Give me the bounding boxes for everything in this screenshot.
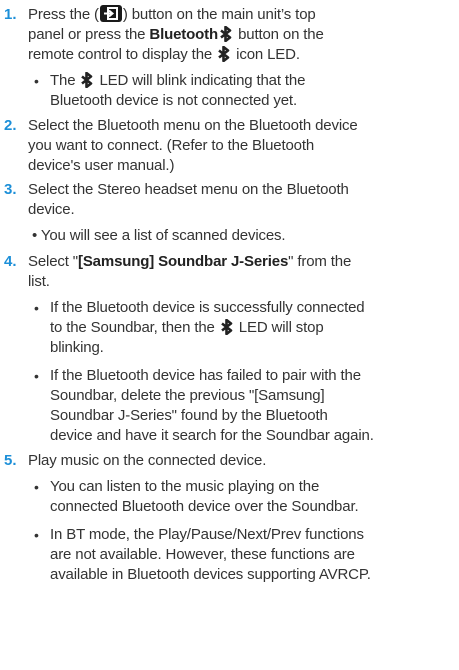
bullet-glyph: • — [34, 527, 39, 543]
source-input-icon — [99, 5, 122, 22]
step-1-text-d: button on the — [234, 26, 324, 43]
step-1-bullet-text-b: LED will blink indicating that the — [99, 72, 306, 89]
bullet-glyph: • — [34, 479, 39, 495]
bluetooth-icon — [220, 26, 232, 42]
step-1-line-2: panel or press the Bluetooth button on t… — [28, 25, 324, 45]
step-1-line-1: Press the ( ) button on the main unit’s t… — [28, 5, 316, 25]
step-2-line-3: device's user manual.) — [28, 157, 175, 174]
bluetooth-icon — [81, 72, 93, 88]
step-number-4: 4. — [4, 253, 17, 270]
step-4-bullet-1-line-2: to the Soundbar, then the LED will stop — [50, 318, 324, 338]
step-4-bullet-2-line-2: Soundbar, delete the previous "[Samsung] — [50, 387, 325, 404]
step-2-line-2: you want to connect. (Refer to the Bluet… — [28, 137, 315, 154]
step-5-bullet-2-line-3: available in Bluetooth devices supportin… — [50, 566, 371, 583]
step-4-bullet-text-a: to the Soundbar, then the — [50, 319, 215, 336]
step-3-line-1: Select the Stereo headset menu on the Bl… — [28, 181, 349, 198]
step-1-bullet-line-2: Bluetooth device is not connected yet. — [50, 92, 297, 109]
bullet-glyph: • — [34, 300, 39, 316]
step-1-text-e: remote control to display the — [28, 46, 213, 63]
step-1-bullet-line-1: The LED will blink indicating that the — [50, 71, 305, 91]
bluetooth-icon — [220, 319, 233, 335]
step-4-bullet-1-line-1: If the Bluetooth device is successfully … — [50, 299, 365, 316]
step-4-line-1: Select "[Samsung] Soundbar J-Series" fro… — [28, 252, 351, 272]
step-3-line-2: device. — [28, 201, 75, 218]
step-5-bullet-2-line-2: are not available. However, these functi… — [50, 546, 355, 563]
step-1-bullet-text-a: The — [50, 72, 76, 89]
step-4-bullet-2-line-1: If the Bluetooth device has failed to pa… — [50, 367, 361, 384]
step-4-text-b: " from the — [288, 253, 352, 270]
step-number-2: 2. — [4, 117, 17, 134]
step-4-text-a: Select " — [28, 253, 78, 270]
step-2-line-1: Select the Bluetooth menu on the Bluetoo… — [28, 117, 358, 134]
bullet-glyph: • — [34, 73, 39, 89]
step-1-text-b: ) button on the main unit’s top — [122, 6, 316, 23]
device-name: [Samsung] Soundbar J-Series — [77, 253, 289, 270]
step-number-1: 1. — [4, 6, 17, 23]
step-4-bullet-text-b: LED will stop — [238, 319, 324, 336]
step-4-bullet-1-line-3: blinking. — [50, 339, 104, 356]
step-4-line-2: list. — [28, 273, 50, 290]
bluetooth-keyword: Bluetooth — [149, 26, 219, 43]
step-4-bullet-2-line-3: Soundbar J-Series" found by the Bluetoot… — [50, 407, 328, 424]
step-1-line-3: remote control to display the icon LED. — [28, 45, 300, 65]
step-4-bullet-2-line-4: device and have it search for the Soundb… — [50, 427, 374, 444]
step-5-line-1: Play music on the connected device. — [28, 452, 267, 469]
step-number-3: 3. — [4, 181, 17, 198]
step-5-bullet-1-line-1: You can listen to the music playing on t… — [50, 478, 320, 495]
step-5-bullet-2-line-1: In BT mode, the Play/Pause/Next/Prev fun… — [50, 526, 364, 543]
step-1-text-f: icon LED. — [236, 46, 300, 63]
step-1-text-c: panel or press the — [28, 26, 150, 43]
step-5-bullet-1-line-2: connected Bluetooth device over the Soun… — [50, 498, 359, 515]
bluetooth-icon — [218, 46, 230, 62]
bullet-glyph: • — [34, 368, 39, 384]
step-1-text-a: Press the ( — [28, 6, 99, 23]
step-3-bullet: • You will see a list of scanned devices… — [32, 227, 286, 244]
step-number-5: 5. — [4, 452, 17, 469]
